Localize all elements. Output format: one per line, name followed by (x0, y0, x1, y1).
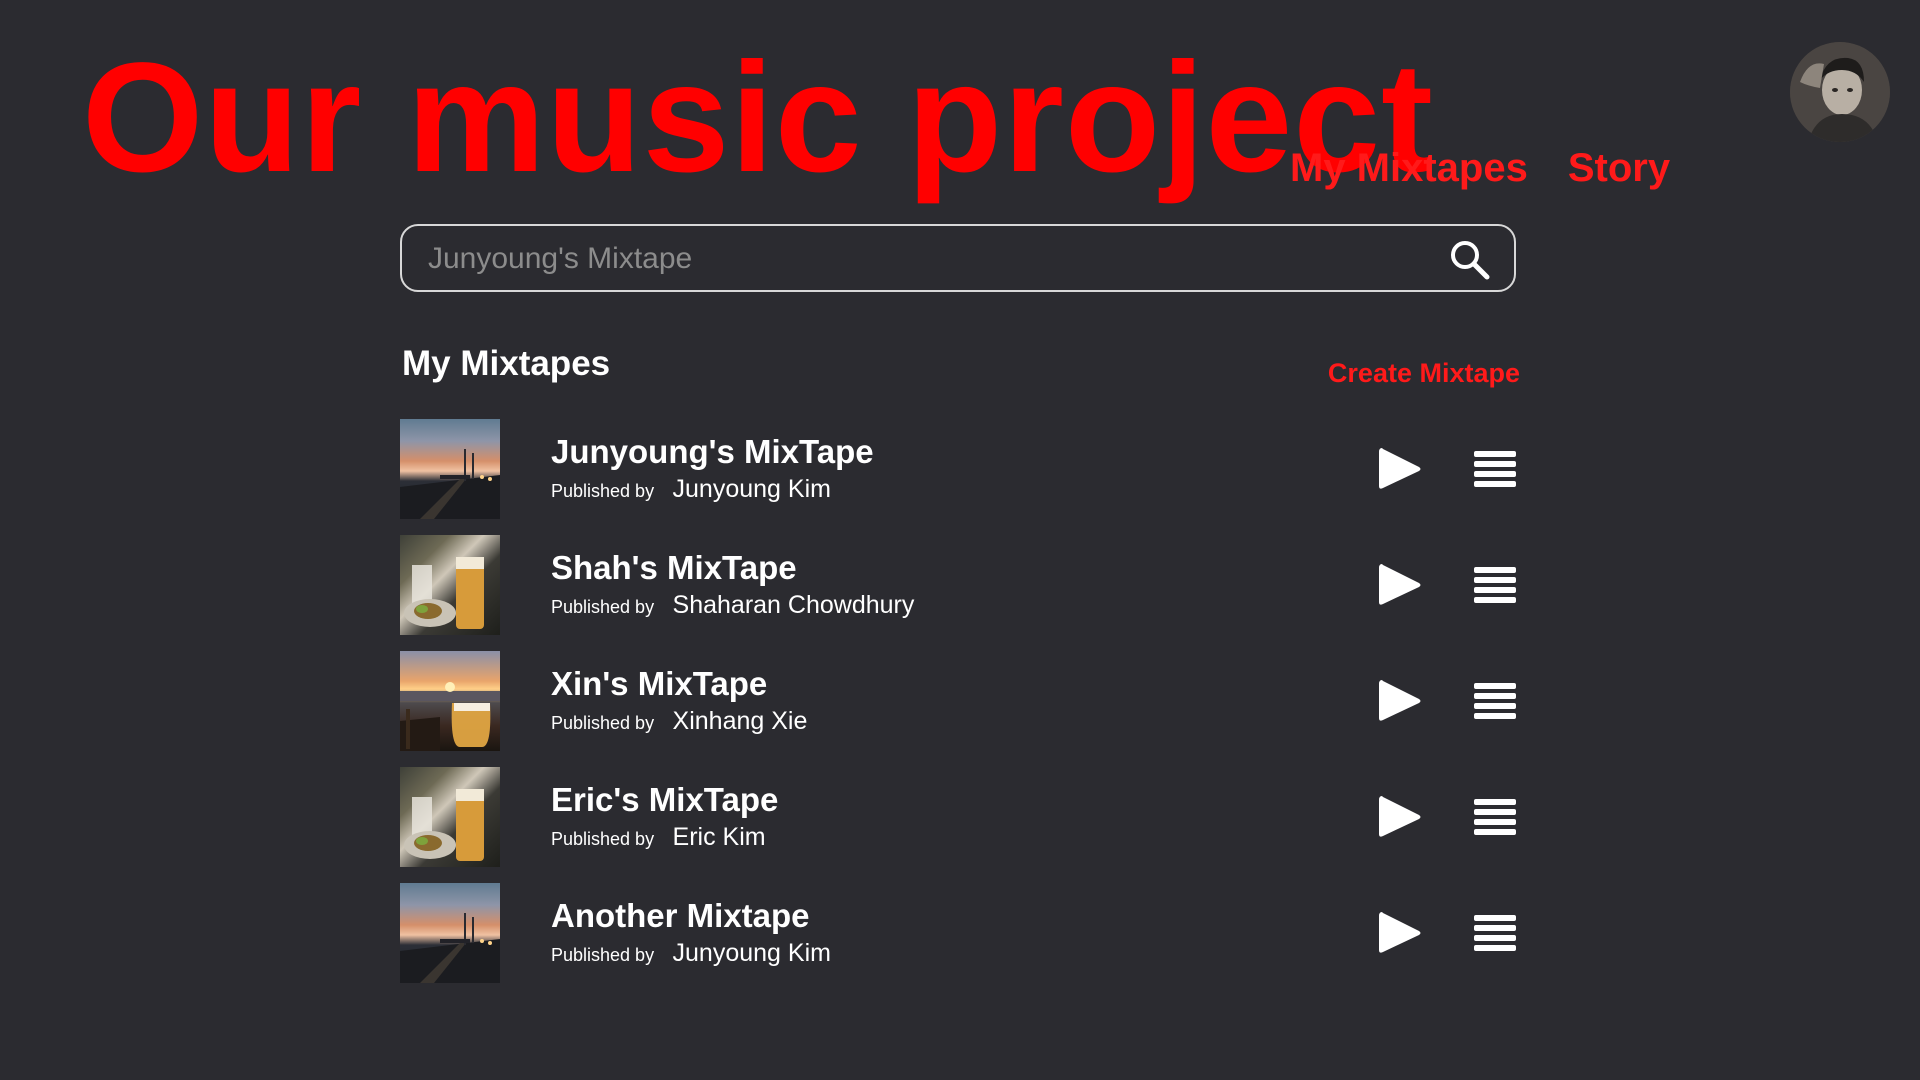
app-title: Our music project (82, 31, 1434, 205)
mixtape-byline: Published by Junyoung Kim (551, 939, 831, 968)
published-by-label: Published by (551, 713, 655, 733)
mixtape-row: Another Mixtape Published by Junyoung Ki… (400, 883, 1520, 983)
play-button[interactable] (1376, 793, 1424, 841)
hamburger-menu-icon (1474, 915, 1516, 951)
create-mixtape-button[interactable]: Create Mixtape (1328, 358, 1520, 389)
published-by-label: Published by (551, 597, 655, 617)
play-button[interactable] (1376, 445, 1424, 493)
mixtape-thumbnail[interactable] (400, 883, 500, 983)
mixtape-thumbnail[interactable] (400, 419, 500, 519)
play-icon (1379, 796, 1421, 837)
published-by-label: Published by (551, 945, 655, 965)
published-by-label: Published by (551, 481, 655, 501)
menu-button[interactable] (1474, 449, 1516, 489)
mixtape-row: Shah's MixTape Published by Shaharan Cho… (400, 535, 1520, 635)
mixtape-author: Xinhang Xie (672, 707, 808, 735)
search-bar (400, 224, 1516, 292)
mixtape-thumbnail[interactable] (400, 767, 500, 867)
section-header: My Mixtapes Create Mixtape (400, 344, 1520, 392)
sunset-pier-thumbnail-icon (400, 449, 500, 519)
mixtape-thumbnail[interactable] (400, 535, 500, 635)
mixtape-byline: Published by Eric Kim (551, 823, 766, 852)
menu-button[interactable] (1474, 565, 1516, 605)
mixtape-author: Junyoung Kim (672, 939, 831, 967)
mixtape-author: Shaharan Chowdhury (672, 591, 915, 619)
search-input[interactable] (426, 226, 1410, 292)
mixtape-title[interactable]: Shah's MixTape (551, 549, 797, 587)
search-icon (1451, 241, 1490, 280)
hamburger-menu-icon (1474, 799, 1516, 835)
published-by-label: Published by (551, 829, 655, 849)
section-title: My Mixtapes (402, 344, 611, 383)
hamburger-menu-icon (1474, 683, 1516, 719)
mixtape-title[interactable]: Another Mixtape (551, 897, 810, 935)
mixtape-title[interactable]: Junyoung's MixTape (551, 433, 874, 471)
app-root: Our music project My Mixtapes Story My M… (0, 0, 1920, 1080)
play-button[interactable] (1376, 677, 1424, 725)
nav-my-mixtapes[interactable]: My Mixtapes (1290, 146, 1528, 191)
play-icon (1379, 564, 1421, 605)
mixtape-author: Junyoung Kim (672, 475, 831, 503)
play-button[interactable] (1376, 561, 1424, 609)
search-button[interactable] (1448, 238, 1492, 282)
drinks-table-thumbnail-icon (404, 789, 484, 861)
avatar-photo-icon (1790, 42, 1890, 142)
menu-button[interactable] (1474, 913, 1516, 953)
mixtape-byline: Published by Junyoung Kim (551, 475, 831, 504)
drinks-table-thumbnail-icon (404, 557, 484, 629)
harbor-beer-thumbnail-icon (400, 682, 500, 751)
mixtape-author: Eric Kim (672, 823, 766, 851)
mixtape-row: Eric's MixTape Published by Eric Kim (400, 767, 1520, 867)
mixtape-byline: Published by Xinhang Xie (551, 707, 807, 736)
hamburger-menu-icon (1474, 567, 1516, 603)
mixtape-thumbnail[interactable] (400, 651, 500, 751)
sunset-pier-thumbnail-icon (400, 913, 500, 983)
nav-story[interactable]: Story (1568, 146, 1670, 191)
mixtape-title[interactable]: Eric's MixTape (551, 781, 778, 819)
mixtape-row: Xin's MixTape Published by Xinhang Xie (400, 651, 1520, 751)
user-avatar[interactable] (1790, 42, 1890, 142)
play-icon (1379, 448, 1421, 489)
menu-button[interactable] (1474, 681, 1516, 721)
mixtape-title[interactable]: Xin's MixTape (551, 665, 767, 703)
menu-button[interactable] (1474, 797, 1516, 837)
mixtape-list: Junyoung's MixTape Published by Junyoung… (400, 419, 1520, 999)
top-nav: My Mixtapes Story (1290, 146, 1670, 191)
play-icon (1379, 680, 1421, 721)
mixtape-byline: Published by Shaharan Chowdhury (551, 591, 914, 620)
hamburger-menu-icon (1474, 451, 1516, 487)
play-icon (1379, 912, 1421, 953)
mixtape-row: Junyoung's MixTape Published by Junyoung… (400, 419, 1520, 519)
play-button[interactable] (1376, 909, 1424, 957)
